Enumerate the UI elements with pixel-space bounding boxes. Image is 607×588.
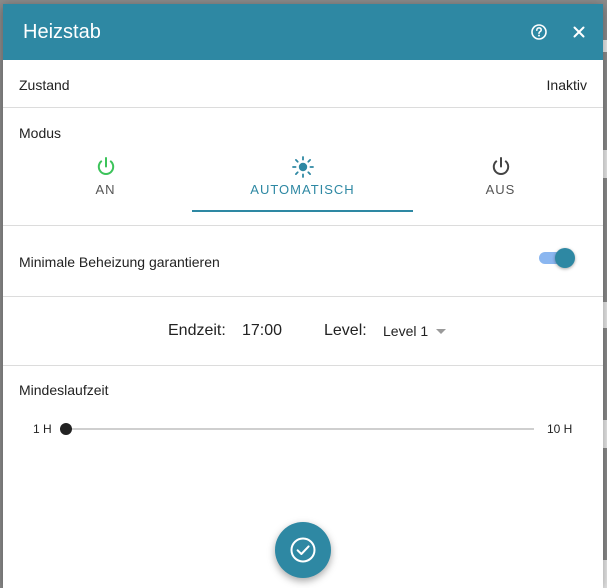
help-button[interactable] <box>528 21 550 43</box>
divider <box>3 365 603 366</box>
divider <box>3 107 603 108</box>
min-heating-label: Minimale Beheizung garantieren <box>19 254 220 270</box>
confirm-button[interactable] <box>275 522 331 578</box>
mode-selected-indicator <box>192 210 413 212</box>
slider-min-label: 1 H <box>33 422 52 436</box>
divider <box>3 296 603 297</box>
close-button[interactable] <box>568 21 590 43</box>
slider-rail <box>60 428 534 430</box>
level-label: Level: <box>324 322 367 339</box>
end-time-label: Endzeit: <box>168 322 226 339</box>
mode-option-auto[interactable]: AUTOMATISCH <box>192 152 413 212</box>
slider-max-label: 10 H <box>547 422 573 436</box>
min-heating-toggle[interactable] <box>538 247 576 269</box>
level-select[interactable]: Level 1 <box>383 322 447 342</box>
help-icon <box>531 24 547 40</box>
runtime-slider[interactable] <box>60 419 534 439</box>
mode-option-label: AUTOMATISCH <box>250 182 355 197</box>
chevron-down-icon <box>436 329 447 334</box>
close-icon <box>573 26 585 38</box>
sun-icon <box>291 156 314 178</box>
level-select-value: Level 1 <box>383 323 429 339</box>
mode-option-label: AUS <box>485 182 516 197</box>
mode-option-on[interactable]: AN <box>3 152 216 212</box>
check-circle-icon <box>290 537 316 563</box>
mode-option-label: AN <box>95 182 116 197</box>
runtime-label: Mindeslaufzeit <box>19 382 109 398</box>
mode-option-off[interactable]: AUS <box>390 152 603 212</box>
state-label: Zustand <box>19 77 70 93</box>
mode-label: Modus <box>19 125 62 141</box>
toggle-knob <box>555 248 575 268</box>
power-icon <box>492 157 509 175</box>
divider <box>3 225 603 226</box>
end-time-value[interactable]: 17:00 <box>242 322 282 340</box>
slider-thumb[interactable] <box>60 423 72 435</box>
state-value: Inaktiv <box>546 77 587 93</box>
power-icon <box>97 157 114 175</box>
dialog-title: Heizstab <box>23 21 101 43</box>
dialog-header: Heizstab <box>3 4 603 60</box>
heizstab-dialog: Heizstab Zustand Inaktiv Modus AN AUTOMA… <box>3 4 603 588</box>
